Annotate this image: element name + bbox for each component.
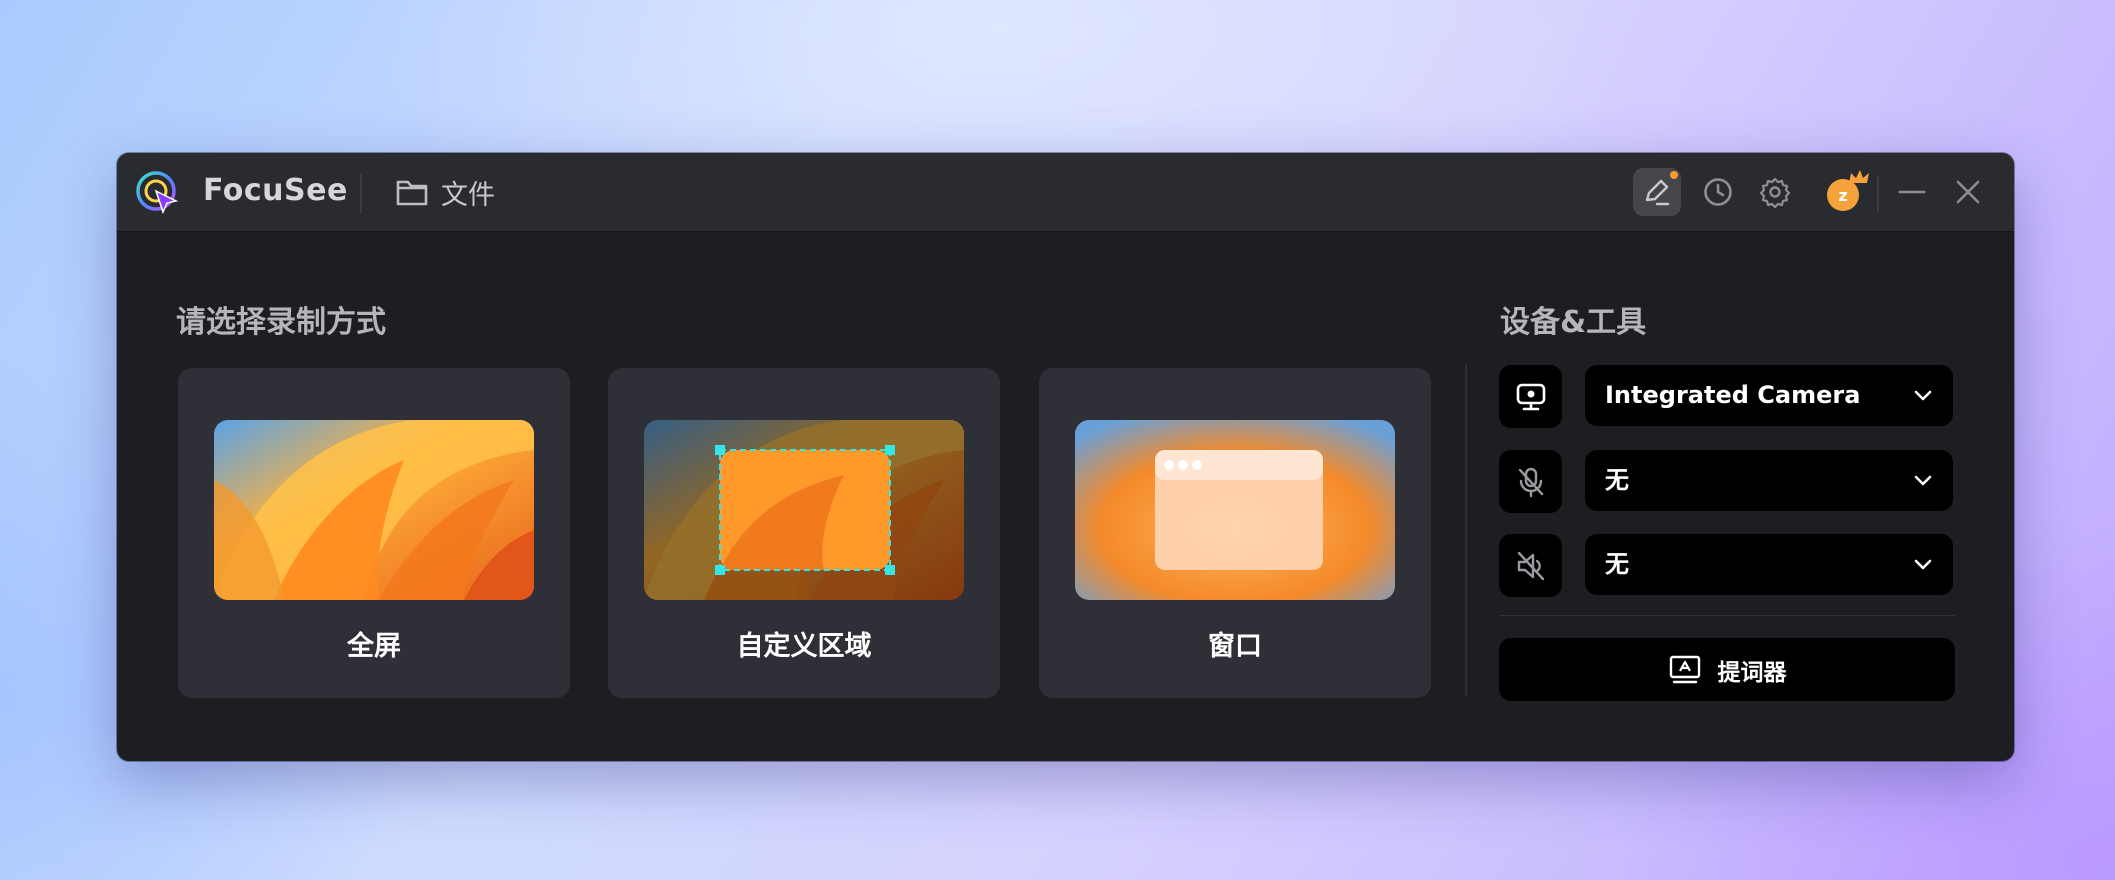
clock-icon bbox=[1704, 178, 1732, 206]
chevron-down-icon bbox=[1914, 475, 1932, 486]
pen-icon bbox=[1645, 179, 1670, 206]
window-thumbnail bbox=[1075, 420, 1395, 600]
speaker-select-value: 无 bbox=[1605, 550, 1629, 578]
microphone-select[interactable]: 无 bbox=[1585, 450, 1953, 511]
teleprompter-label: 提词器 bbox=[1717, 659, 1787, 686]
gear-icon bbox=[1759, 177, 1791, 208]
camera-select-value: Integrated Camera bbox=[1605, 381, 1861, 409]
teleprompter-button[interactable]: 提词器 bbox=[1499, 638, 1955, 701]
camera-toggle-button[interactable] bbox=[1499, 365, 1562, 428]
panel-divider bbox=[1465, 365, 1467, 697]
crown-icon bbox=[1849, 170, 1869, 183]
folder-icon bbox=[396, 180, 428, 206]
minimize-button[interactable] bbox=[1888, 168, 1936, 216]
teleprompter-icon bbox=[1669, 655, 1700, 683]
microphone-off-icon bbox=[1518, 467, 1543, 497]
files-label: 文件 bbox=[441, 179, 495, 211]
close-button[interactable] bbox=[1944, 168, 1992, 216]
microphone-toggle-button[interactable] bbox=[1499, 450, 1562, 513]
record-mode-title: 请选择录制方式 bbox=[176, 305, 386, 340]
close-icon bbox=[1956, 180, 1980, 204]
fullscreen-thumbnail bbox=[214, 420, 534, 600]
tools-divider bbox=[1499, 615, 1955, 616]
custom-region-mode-card[interactable]: 自定义区域 bbox=[608, 368, 1000, 698]
window-mode-label: 窗口 bbox=[1208, 631, 1262, 662]
annotate-button[interactable] bbox=[1633, 168, 1681, 216]
webcam-icon bbox=[1516, 383, 1545, 410]
custom-region-thumbnail bbox=[644, 420, 964, 600]
camera-select[interactable]: Integrated Camera bbox=[1585, 365, 1953, 426]
app-window: FocuSee 文件 z 请选择录制方式 全屏 自定义区域 窗口 设备&工具 I… bbox=[117, 153, 2014, 761]
speaker-toggle-button[interactable] bbox=[1499, 534, 1562, 597]
window-mode-card[interactable]: 窗口 bbox=[1039, 368, 1431, 698]
fullscreen-mode-label: 全屏 bbox=[347, 631, 401, 662]
window-controls-divider bbox=[1877, 175, 1879, 211]
focusee-logo-icon bbox=[136, 171, 179, 215]
minimize-icon bbox=[1898, 190, 1926, 194]
app-name: FocuSee bbox=[203, 173, 348, 208]
speaker-off-icon bbox=[1517, 551, 1544, 580]
devices-tools-title: 设备&工具 bbox=[1500, 305, 1647, 340]
title-bar: FocuSee 文件 z bbox=[117, 153, 2014, 232]
files-button[interactable]: 文件 bbox=[395, 171, 495, 213]
notification-dot bbox=[1670, 171, 1678, 179]
chevron-down-icon bbox=[1914, 390, 1932, 401]
custom-region-mode-label: 自定义区域 bbox=[736, 631, 872, 662]
title-divider bbox=[360, 173, 362, 213]
chevron-down-icon bbox=[1914, 559, 1932, 570]
fullscreen-mode-card[interactable]: 全屏 bbox=[178, 368, 570, 698]
settings-button[interactable] bbox=[1751, 168, 1799, 216]
speaker-select[interactable]: 无 bbox=[1585, 534, 1953, 595]
history-button[interactable] bbox=[1694, 168, 1742, 216]
microphone-select-value: 无 bbox=[1605, 466, 1629, 494]
